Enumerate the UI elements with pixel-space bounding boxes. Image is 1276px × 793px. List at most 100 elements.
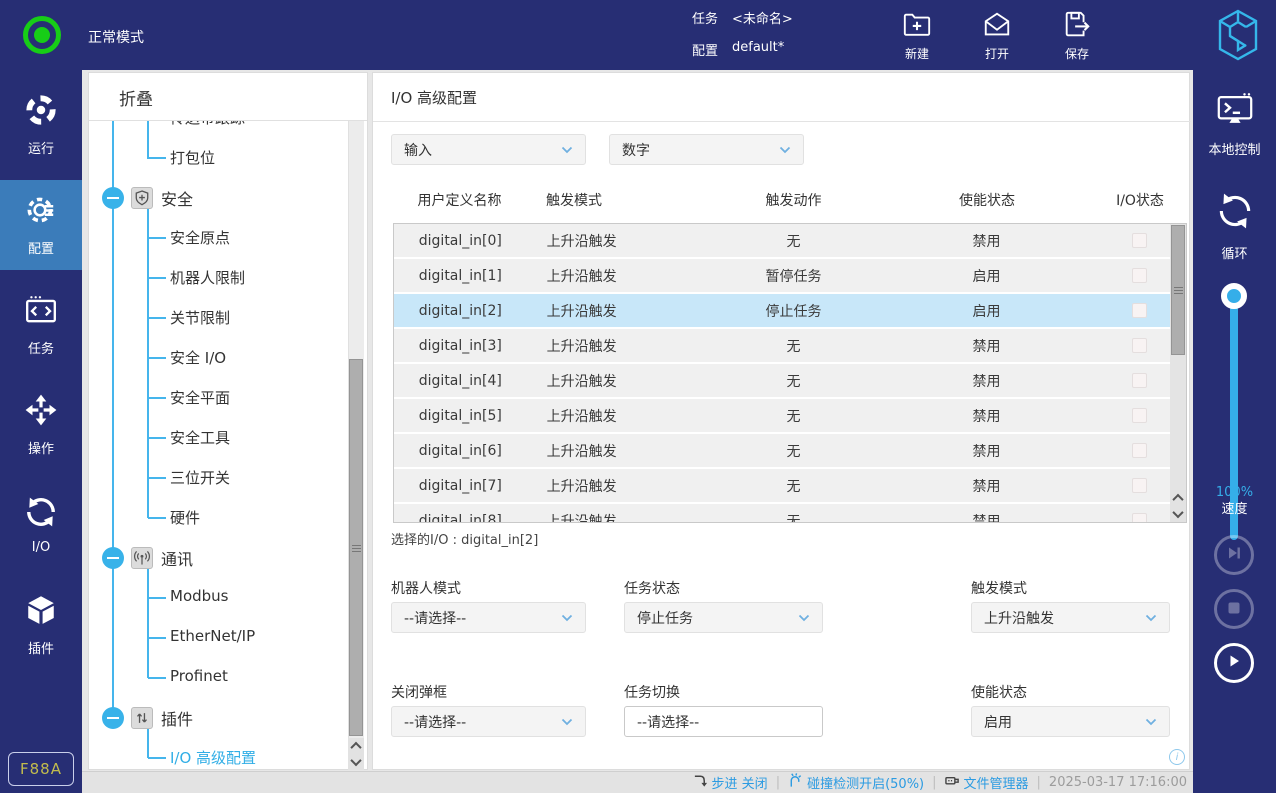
col-io-state: I/O状态 [1093, 185, 1187, 215]
trigger-mode-value: 上升沿触发 [984, 608, 1054, 628]
close-popup-select[interactable]: --请选择-- [391, 706, 586, 737]
sidebar-item-operate[interactable]: 操作 [0, 380, 82, 470]
sidebar-item-plugin[interactable]: 插件 [0, 580, 82, 670]
sliders-icon [131, 707, 153, 729]
tree-item-safety-io[interactable]: 安全 I/O [89, 338, 339, 378]
io-state-checkbox[interactable] [1132, 233, 1147, 248]
io-state-checkbox[interactable] [1132, 443, 1147, 458]
tree-item-io-advanced-config[interactable]: I/O 高级配置 [89, 738, 339, 771]
scroll-down-button[interactable] [348, 754, 364, 770]
tree-item-packing-position[interactable]: 打包位 [89, 138, 339, 178]
loop-button[interactable]: 循环 [1193, 190, 1276, 262]
info-icon[interactable]: i [1169, 749, 1185, 765]
collapse-node-icon[interactable] [102, 707, 124, 729]
shield-plus-icon [131, 187, 153, 209]
io-state-checkbox[interactable] [1132, 478, 1147, 493]
open-button[interactable]: 打开 [967, 10, 1027, 62]
scroll-up-button[interactable] [1170, 490, 1186, 506]
sidebar-item-run[interactable]: 运行 [0, 80, 82, 170]
scroll-down-button[interactable] [1170, 506, 1186, 522]
tree-item-conveyor-tracking[interactable]: 传送带跟踪 [89, 121, 339, 138]
io-state-checkbox[interactable] [1132, 408, 1147, 423]
sidebar-item-label: 任务 [28, 338, 54, 357]
tree-item-hardware[interactable]: 硬件 [89, 498, 339, 538]
tree-item-safety-planes[interactable]: 安全平面 [89, 378, 339, 418]
io-state-checkbox[interactable] [1132, 268, 1147, 283]
io-state-checkbox[interactable] [1132, 513, 1147, 523]
table-row[interactable]: digital_in[3] 上升沿触发 无 禁用 [394, 329, 1186, 362]
io-state-checkbox[interactable] [1132, 303, 1147, 318]
io-state-checkbox[interactable] [1132, 338, 1147, 353]
step-forward-icon [1226, 545, 1242, 565]
trigger-mode-select[interactable]: 上升沿触发 [971, 602, 1170, 633]
trigger-mode-cell: 上升沿触发 [527, 504, 707, 523]
trigger-mode-cell: 上升沿触发 [527, 329, 707, 362]
separator: | [776, 775, 780, 790]
local-control-button[interactable]: 本地控制 [1193, 92, 1276, 158]
robot-mode-label: 机器人模式 [391, 578, 461, 598]
table-scrollbar-thumb[interactable] [1171, 225, 1185, 355]
step-mode-status[interactable]: 步进 关闭 [693, 773, 768, 792]
table-row[interactable]: digital_in[2] 上升沿触发 停止任务 启用 [394, 294, 1186, 327]
fkey-button[interactable]: F88A [8, 752, 74, 786]
tree-scrollbar-thumb[interactable] [349, 359, 363, 736]
collapse-button[interactable]: 折叠 [119, 85, 153, 110]
io-direction-select[interactable]: 输入 [391, 134, 586, 165]
scroll-up-button[interactable] [348, 738, 364, 754]
table-row[interactable]: digital_in[4] 上升沿触发 无 禁用 [394, 364, 1186, 397]
tree-item-plugins[interactable]: 插件 [89, 698, 339, 738]
io-state-checkbox[interactable] [1132, 373, 1147, 388]
speed-indicator: 100% 速度 [1193, 484, 1276, 518]
play-icon [1226, 653, 1242, 673]
tree-item-ethernet-ip[interactable]: EtherNet/IP [89, 618, 339, 658]
enable-state-cell: 禁用 [881, 364, 1092, 397]
sidebar-item-io[interactable]: I/O [0, 480, 82, 570]
collision-detection-status[interactable]: 碰撞检测开启(50%) [788, 773, 924, 792]
table-row[interactable]: digital_in[0] 上升沿触发 无 禁用 [394, 224, 1186, 257]
new-button[interactable]: 新建 [887, 10, 947, 62]
trigger-mode-cell: 上升沿触发 [527, 224, 707, 257]
tree-item-joint-limits[interactable]: 关节限制 [89, 298, 339, 338]
step-forward-button[interactable] [1214, 535, 1254, 575]
tree-item-three-position-switch[interactable]: 三位开关 [89, 458, 339, 498]
tree-item-communication[interactable]: 通讯 [89, 538, 339, 578]
table-row[interactable]: digital_in[1] 上升沿触发 暂停任务 启用 [394, 259, 1186, 292]
task-switch-input[interactable]: --请选择-- [624, 706, 823, 737]
task-state-select[interactable]: 停止任务 [624, 602, 823, 633]
collapse-node-icon[interactable] [102, 547, 124, 569]
table-scrollbar[interactable] [1170, 224, 1186, 522]
tree-item-safety-origin[interactable]: 安全原点 [89, 218, 339, 258]
io-name-cell: digital_in[6] [394, 434, 527, 467]
sidebar-item-config[interactable]: 配置 [0, 180, 82, 270]
trigger-mode-label: 触发模式 [971, 578, 1027, 598]
stop-button[interactable] [1214, 589, 1254, 629]
collapse-node-icon[interactable] [102, 187, 124, 209]
chevron-down-icon [1145, 610, 1157, 626]
file-manager-button[interactable]: 文件管理器 [945, 773, 1029, 792]
tree-item-profinet[interactable]: Profinet [89, 658, 339, 698]
play-button[interactable] [1214, 643, 1254, 683]
left-nav-sidebar: 运行 配置 任务 操作 I/O 插件 F88A [0, 70, 82, 793]
io-advanced-config-panel: I/O 高级配置 输入 数字 用户定义名称 触发模式 触发动作 使能状态 I/O… [372, 72, 1190, 770]
save-button[interactable]: 保存 [1047, 10, 1107, 62]
io-name-cell: digital_in[5] [394, 399, 527, 432]
sidebar-item-label: 操作 [28, 438, 54, 457]
step-icon [693, 773, 708, 792]
speed-slider-handle[interactable] [1221, 283, 1247, 309]
table-row[interactable]: digital_in[7] 上升沿触发 无 禁用 [394, 469, 1186, 502]
io-type-select[interactable]: 数字 [609, 134, 804, 165]
tree-item-safety[interactable]: 安全 [89, 178, 339, 218]
robot-mode-select[interactable]: --请选择-- [391, 602, 586, 633]
sidebar-item-task[interactable]: 任务 [0, 280, 82, 370]
tree-scroll-buttons [348, 738, 364, 770]
table-row[interactable]: digital_in[5] 上升沿触发 无 禁用 [394, 399, 1186, 432]
table-row[interactable]: digital_in[8] 上升沿触发 无 禁用 [394, 504, 1186, 523]
io-type-value: 数字 [622, 140, 650, 160]
tree-item-robot-limits[interactable]: 机器人限制 [89, 258, 339, 298]
tree-item-modbus[interactable]: Modbus [89, 578, 339, 618]
tree-item-safety-tools[interactable]: 安全工具 [89, 418, 339, 458]
enable-state-label: 使能状态 [971, 682, 1027, 702]
io-name-cell: digital_in[3] [394, 329, 527, 362]
enable-state-select[interactable]: 启用 [971, 706, 1170, 737]
table-row[interactable]: digital_in[6] 上升沿触发 无 禁用 [394, 434, 1186, 467]
